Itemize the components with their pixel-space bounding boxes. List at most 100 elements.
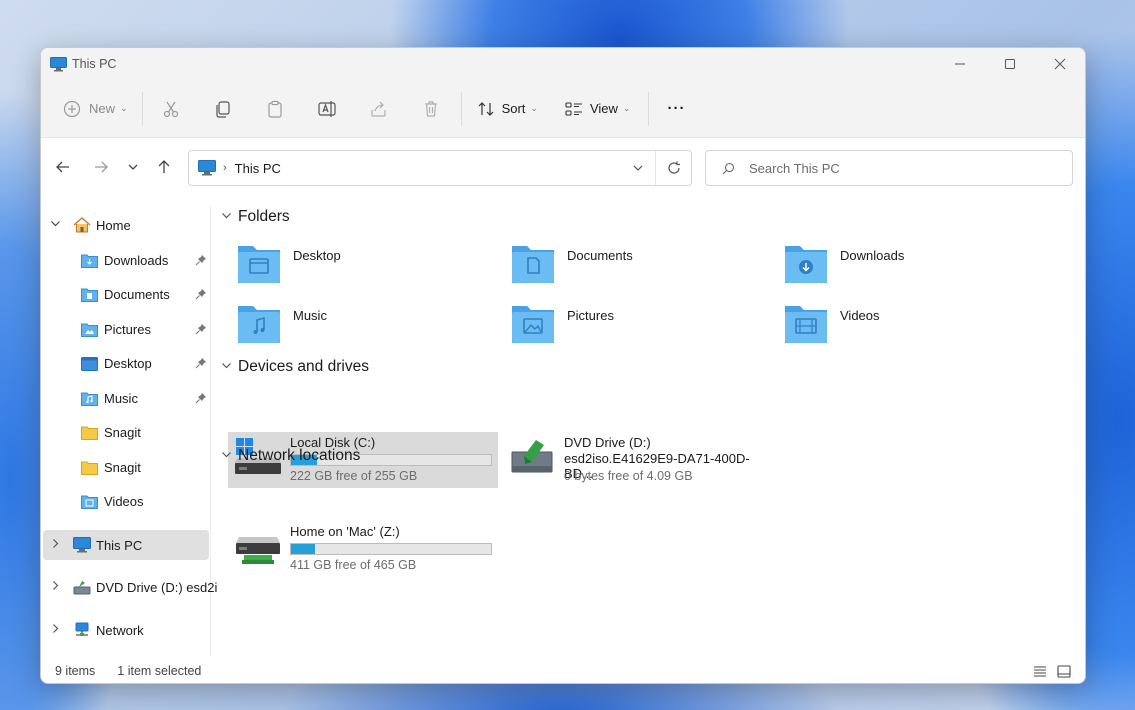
- search-icon: [722, 162, 735, 174]
- sidebar-item-label: Snagit: [104, 459, 141, 475]
- desktop-folder-icon: [81, 356, 98, 371]
- folder-icon: [81, 426, 98, 440]
- sidebar-item-documents[interactable]: Documents: [43, 279, 209, 309]
- breadcrumb-this-pc[interactable]: This PC: [235, 161, 281, 176]
- view-label: View: [589, 101, 618, 116]
- section-title: Network locations: [238, 447, 361, 464]
- recent-locations-button[interactable]: [119, 152, 147, 182]
- drive-tile-dvd-d[interactable]: DVD Drive (D:) esd2iso.E41629E9-DA71-400…: [502, 432, 772, 488]
- downloads-folder-icon: [785, 246, 827, 283]
- folder-name: Videos: [840, 308, 880, 323]
- new-button[interactable]: New ⌄: [57, 92, 134, 126]
- network-drive-icon: [236, 537, 280, 564]
- paste-button[interactable]: [255, 92, 295, 126]
- folder-tile-videos[interactable]: Videos: [764, 300, 1024, 350]
- toolbar-divider: [141, 91, 143, 126]
- sidebar-item-home[interactable]: Home: [43, 210, 209, 240]
- more-icon: ···: [667, 100, 686, 117]
- rename-icon: [317, 100, 336, 117]
- section-header-devices[interactable]: Devices and drives: [221, 358, 369, 376]
- chevron-down-icon: ⌄: [530, 103, 538, 113]
- sidebar-item-label: Downloads: [104, 252, 169, 268]
- section-title: Folders: [238, 208, 290, 225]
- pin-icon[interactable]: [195, 357, 207, 369]
- sidebar-item-snagit[interactable]: Snagit: [43, 452, 209, 482]
- sidebar-item-music[interactable]: Music: [43, 383, 209, 413]
- folder-name: Downloads: [840, 248, 905, 263]
- chevron-right-icon[interactable]: [50, 580, 61, 594]
- sidebar-item-desktop[interactable]: Desktop: [43, 348, 209, 378]
- copy-button[interactable]: [203, 92, 243, 126]
- sidebar-item-label: Snagit: [104, 424, 141, 440]
- sidebar-item-label: Documents: [104, 286, 170, 302]
- videos-folder-icon: [81, 495, 98, 509]
- refresh-button[interactable]: [655, 151, 691, 185]
- forward-button[interactable]: [83, 152, 119, 182]
- drive-free-space: 411 GB free of 465 GB: [290, 558, 417, 572]
- folder-tile-desktop[interactable]: Desktop: [217, 240, 477, 290]
- arrow-up-icon: [158, 160, 170, 173]
- sidebar-item-videos[interactable]: Videos: [43, 486, 209, 516]
- tiles-view-icon: [1057, 664, 1071, 678]
- minimize-button[interactable]: [935, 48, 985, 80]
- sidebar-item-snagit[interactable]: Snagit: [43, 417, 209, 447]
- view-button[interactable]: View ⌄: [558, 92, 637, 126]
- section-header-network[interactable]: Network locations: [221, 447, 360, 465]
- chevron-down-icon: [221, 360, 232, 374]
- folder-tile-documents[interactable]: Documents: [491, 240, 751, 290]
- pin-icon[interactable]: [195, 392, 207, 404]
- sidebar-item-pictures[interactable]: Pictures: [43, 314, 209, 344]
- plus-circle-icon: [63, 100, 81, 117]
- home-icon: [73, 217, 91, 233]
- title-bar[interactable]: This PC: [41, 48, 1085, 80]
- address-bar[interactable]: › This PC: [188, 150, 692, 186]
- status-bar: 9 items 1 item selected: [41, 656, 1085, 683]
- section-title: Devices and drives: [238, 358, 369, 375]
- folder-tile-pictures[interactable]: Pictures: [491, 300, 751, 350]
- back-button[interactable]: [45, 152, 81, 182]
- sidebar-item-dvd-drive[interactable]: DVD Drive (D:) esd2i: [43, 572, 217, 602]
- arrow-left-icon: [56, 161, 69, 173]
- folder-name: Documents: [567, 248, 633, 263]
- details-view-button[interactable]: [1029, 661, 1051, 681]
- folder-icon: [81, 461, 98, 475]
- drive-free-space: 0 bytes free of 4.09 GB: [564, 469, 693, 483]
- maximize-button[interactable]: [985, 48, 1035, 80]
- pin-icon[interactable]: [195, 254, 207, 266]
- section-header-folders[interactable]: Folders: [221, 208, 290, 226]
- rename-button[interactable]: [307, 92, 347, 126]
- selection-count: 1 item selected: [117, 663, 202, 678]
- pin-icon[interactable]: [195, 323, 207, 335]
- chevron-down-icon[interactable]: [50, 218, 61, 232]
- folder-name: Pictures: [567, 308, 614, 323]
- drive-usage-bar: [290, 543, 492, 555]
- folder-tile-music[interactable]: Music: [217, 300, 477, 350]
- cut-button[interactable]: [151, 92, 191, 126]
- folder-tile-downloads[interactable]: Downloads: [764, 240, 1024, 290]
- network-drive-tile-z[interactable]: Home on 'Mac' (Z:) 411 GB free of 465 GB: [228, 521, 498, 577]
- refresh-icon: [667, 161, 680, 174]
- sidebar-item-this-pc[interactable]: This PC: [43, 530, 209, 560]
- share-button[interactable]: [359, 92, 399, 126]
- drive-usage-fill: [291, 544, 315, 554]
- tiles-view-button[interactable]: [1053, 661, 1075, 681]
- sort-label: Sort: [501, 101, 526, 116]
- chevron-down-icon: [633, 165, 643, 171]
- chevron-right-icon[interactable]: [50, 623, 61, 637]
- sidebar-item-network[interactable]: Network: [43, 615, 209, 645]
- chevron-right-icon[interactable]: [50, 538, 61, 552]
- videos-folder-icon: [785, 306, 827, 343]
- close-button[interactable]: [1035, 48, 1085, 80]
- copy-icon: [215, 100, 230, 118]
- documents-folder-icon: [512, 246, 554, 283]
- sidebar-item-downloads[interactable]: Downloads: [43, 245, 209, 275]
- address-history-button[interactable]: [621, 151, 655, 185]
- search-box[interactable]: Search This PC: [705, 150, 1073, 186]
- see-more-button[interactable]: ···: [661, 92, 691, 126]
- sort-button[interactable]: Sort ⌄: [470, 92, 544, 126]
- music-folder-icon: [238, 306, 280, 343]
- pin-icon[interactable]: [195, 288, 207, 300]
- delete-button[interactable]: [411, 92, 451, 126]
- content-pane: Folders Desktop Documents Downloads Musi…: [213, 206, 1083, 656]
- up-button[interactable]: [147, 152, 181, 182]
